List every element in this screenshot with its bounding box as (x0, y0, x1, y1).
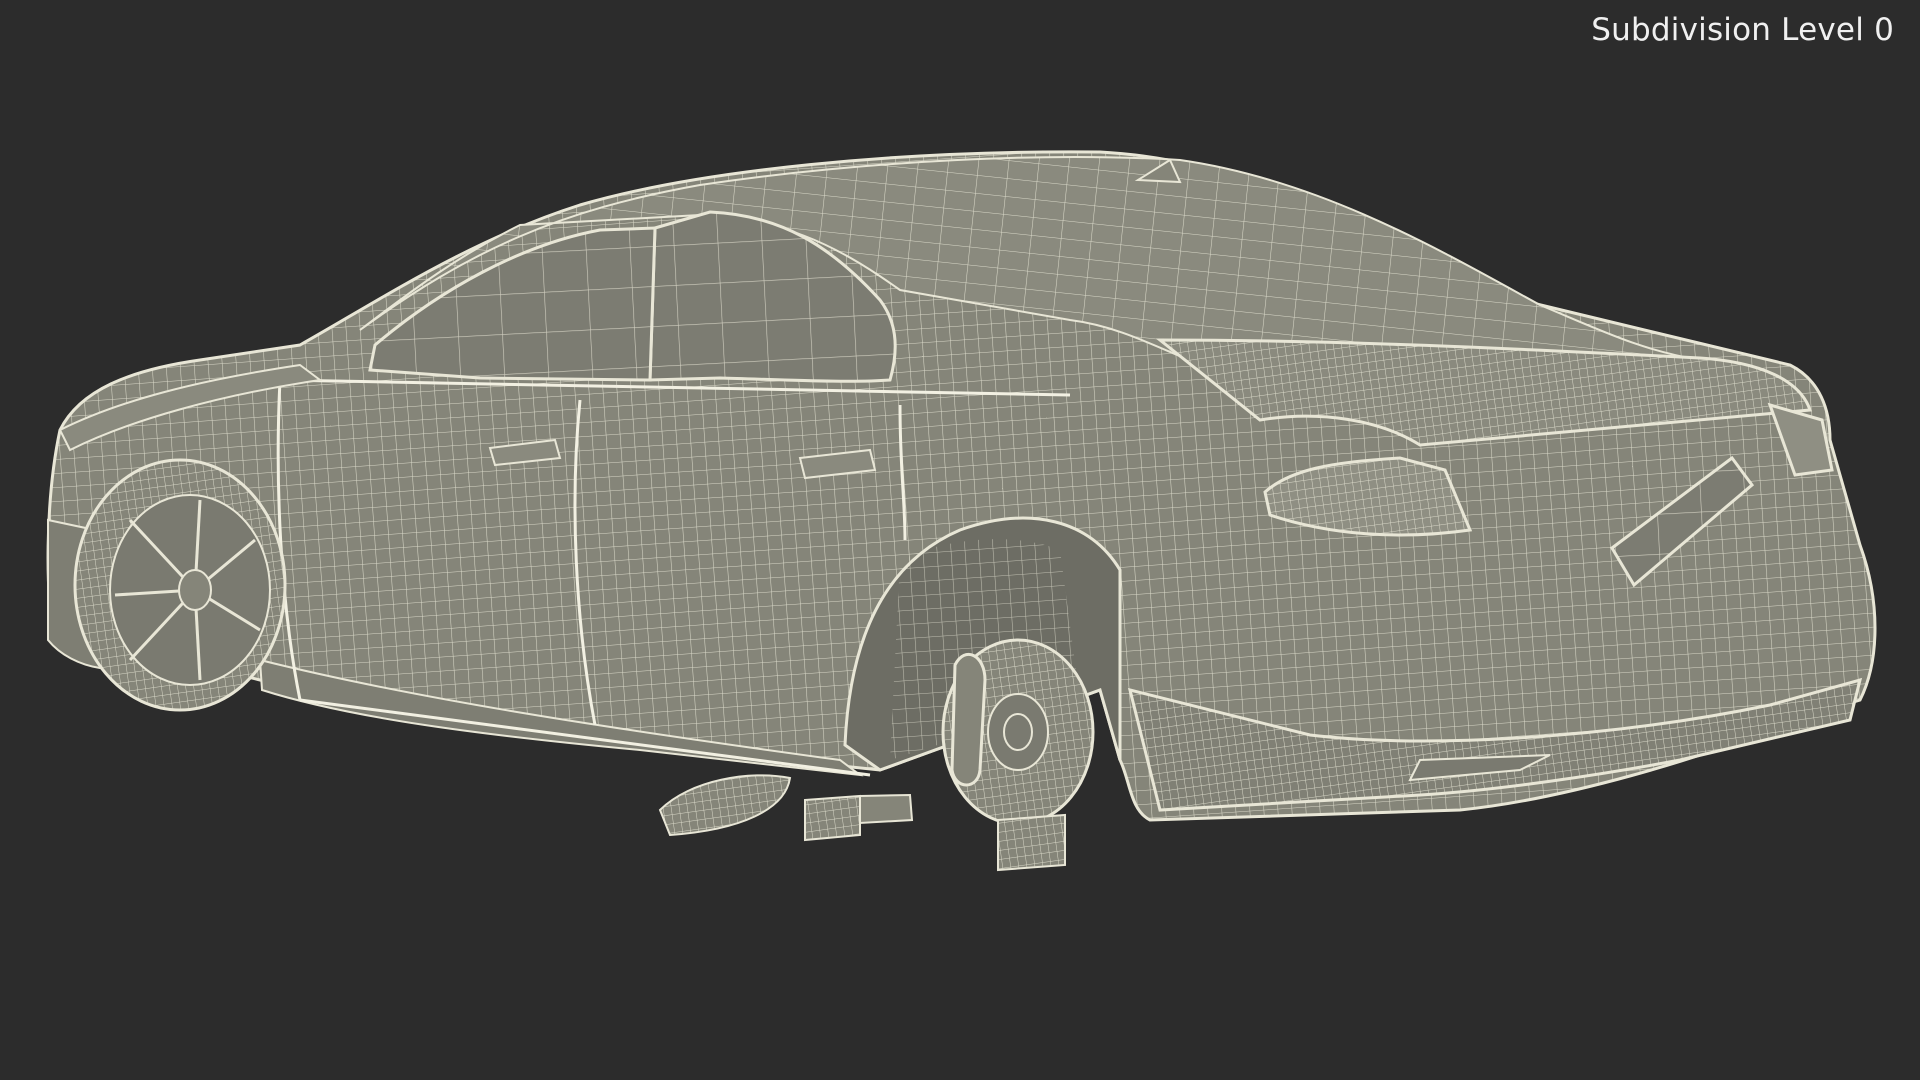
front-wheel (73, 458, 287, 712)
detached-mirror (658, 774, 792, 837)
support-block-middle (804, 793, 914, 842)
support-block-rear (997, 813, 1066, 872)
brake-caliper (950, 652, 987, 787)
car-wireframe-render (46, 150, 1877, 872)
subdivision-level-label: Subdivision Level 0 (1591, 12, 1894, 48)
render-viewport: Subdivision Level 0 (0, 0, 1920, 1080)
